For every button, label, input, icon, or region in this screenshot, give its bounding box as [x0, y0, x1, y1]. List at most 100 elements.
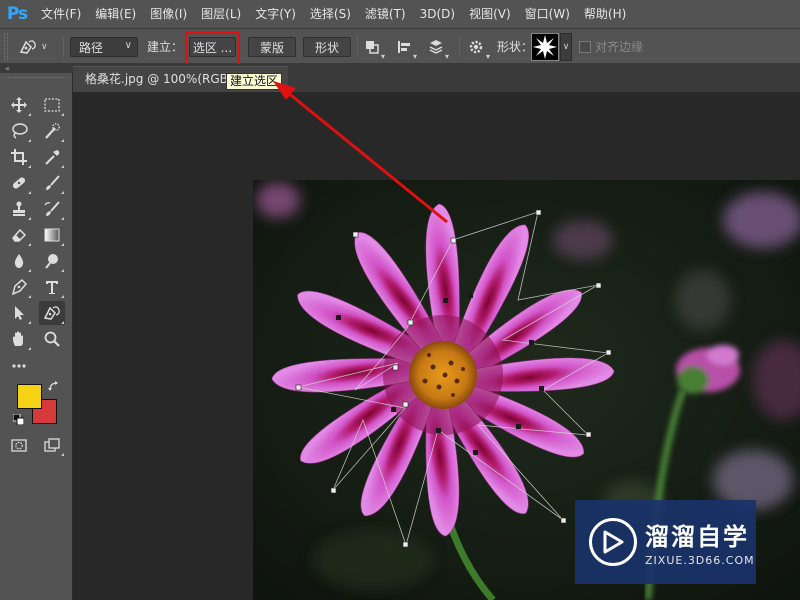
zoom-tool[interactable] [39, 327, 65, 351]
pen-tool[interactable] [6, 275, 32, 299]
blur-tool[interactable] [6, 249, 32, 273]
brush-tool[interactable] [39, 171, 65, 195]
chevron-down-icon: ▾ [486, 52, 491, 61]
healing-brush-tool[interactable] [6, 171, 32, 195]
quick-selection-tool[interactable] [39, 119, 65, 143]
options-bar-grip[interactable] [4, 33, 8, 61]
foreground-color-swatch[interactable] [17, 384, 42, 409]
pen-icon [11, 278, 28, 296]
gear-icon[interactable] [468, 39, 484, 55]
make-shape-button[interactable]: 形状 [303, 37, 351, 57]
hand-tool[interactable] [6, 327, 32, 351]
tool-panel [0, 73, 73, 600]
tool-mode-value: 路径 [79, 40, 104, 55]
tool-preset-picker[interactable]: ∨ [18, 29, 58, 65]
eraser-icon [12, 228, 27, 242]
align-edges-checkbox[interactable] [579, 41, 591, 53]
zoom-icon [44, 331, 60, 347]
align-edges-label: 对齐边缘 [595, 40, 644, 54]
blur-icon [14, 254, 24, 268]
make-mask-button[interactable]: 蒙版 [248, 37, 296, 57]
freeform-pen-icon [43, 306, 60, 320]
watermark-name: 溜溜自学 [645, 523, 749, 551]
menu-file[interactable]: 文件(F) [34, 0, 88, 28]
make-label: 建立： [147, 40, 184, 54]
photoshop-window: Ps 文件(F) 编辑(E) 图像(I) 图层(L) 文字(Y) 选择(S) 滤… [0, 0, 800, 600]
crop-icon [11, 149, 27, 165]
move-icon [11, 97, 27, 113]
app-logo: Ps [6, 4, 28, 24]
dodge-tool[interactable] [39, 249, 65, 273]
tool-panel-header[interactable]: « [0, 64, 73, 73]
quick-select-icon [45, 123, 60, 139]
gradient-tool[interactable] [39, 223, 65, 247]
menu-window[interactable]: 窗口(W) [518, 0, 577, 28]
document-tab-bar: 格桑花.jpg @ 100%(RGB/8) [73, 64, 800, 92]
menu-image[interactable]: 图像(I) [143, 0, 194, 28]
type-tool[interactable] [39, 275, 65, 299]
lasso-tool[interactable] [6, 119, 32, 143]
swap-colors-icon [48, 381, 58, 391]
gradient-icon [44, 228, 60, 242]
watermark-url: ZIXUE.3D66.COM [645, 554, 755, 567]
chevron-down-icon: ∨ [124, 40, 132, 51]
dodge-icon [45, 254, 58, 269]
clone-stamp-tool[interactable] [6, 197, 32, 221]
menu-view[interactable]: 视图(V) [462, 0, 518, 28]
marquee-tool[interactable] [39, 93, 65, 117]
path-arrangement-icon[interactable] [428, 39, 444, 55]
screen-mode-button[interactable] [39, 433, 65, 457]
menu-type[interactable]: 文字(Y) [248, 0, 303, 28]
site-watermark: 溜溜自学 ZIXUE.3D66.COM [575, 500, 756, 584]
chevron-down-icon: ∨ [41, 42, 48, 52]
freeform-pen-tool[interactable] [39, 301, 65, 325]
chevron-down-icon: ▾ [445, 52, 450, 61]
chevron-down-icon: ▾ [381, 52, 386, 61]
path-operations-icon[interactable] [364, 39, 380, 55]
shape-picker-dropdown[interactable]: ∨ [560, 33, 572, 61]
hand-icon [13, 331, 23, 346]
play-logo-icon [589, 518, 637, 566]
path-select-icon [15, 306, 24, 320]
menu-bar: Ps 文件(F) 编辑(E) 图像(I) 图层(L) 文字(Y) 选择(S) 滤… [0, 0, 800, 28]
quick-mask-button[interactable] [6, 433, 32, 457]
lasso-icon [12, 123, 28, 139]
move-tool[interactable] [6, 93, 32, 117]
history-brush-icon [44, 201, 60, 216]
brush-icon [46, 175, 60, 190]
default-colors-icon [12, 413, 25, 426]
menu-3d[interactable]: 3D(D) [413, 0, 462, 28]
shape-picker[interactable] [531, 33, 559, 61]
screen-mode-icon [44, 438, 60, 452]
chevron-down-icon: ∨ [562, 42, 570, 52]
menu-filter[interactable]: 滤镜(T) [358, 0, 413, 28]
path-alignment-icon[interactable] [396, 39, 412, 55]
starburst-shape-icon [533, 35, 557, 59]
path-selection-tool[interactable] [6, 301, 32, 325]
eyedropper-tool[interactable] [39, 145, 65, 169]
swap-colors-button[interactable] [48, 381, 59, 395]
options-bar: ∨ 路径 ∨ 建立： 选区 ... 蒙版 形状 ▾ ▾ ▾ ▾ 形状： ∨ 对齐… [0, 28, 800, 64]
menu-edit[interactable]: 编辑(E) [88, 0, 143, 28]
more-tools-button[interactable] [6, 353, 32, 377]
type-icon [46, 281, 58, 294]
more-tools-icon [12, 364, 26, 368]
menu-select[interactable]: 选择(S) [303, 0, 358, 28]
default-colors-button[interactable] [12, 413, 25, 428]
eraser-tool[interactable] [6, 223, 32, 247]
freeform-pen-icon [19, 40, 36, 54]
marquee-icon [44, 98, 60, 112]
menu-layer[interactable]: 图层(L) [194, 0, 248, 28]
shape-label: 形状： [497, 40, 534, 54]
clone-stamp-icon [13, 201, 25, 216]
healing-brush-icon [12, 177, 26, 189]
history-brush-tool[interactable] [39, 197, 65, 221]
crop-tool[interactable] [6, 145, 32, 169]
tooltip-make-selection: 建立选区 [226, 73, 283, 90]
tool-panel-grip[interactable] [8, 77, 64, 79]
tool-mode-select[interactable]: 路径 ∨ [70, 37, 138, 57]
menu-help[interactable]: 帮助(H) [577, 0, 633, 28]
chevron-down-icon: ▾ [413, 52, 418, 61]
quick-mask-icon [11, 439, 27, 452]
annotation-highlight-box [185, 32, 240, 66]
